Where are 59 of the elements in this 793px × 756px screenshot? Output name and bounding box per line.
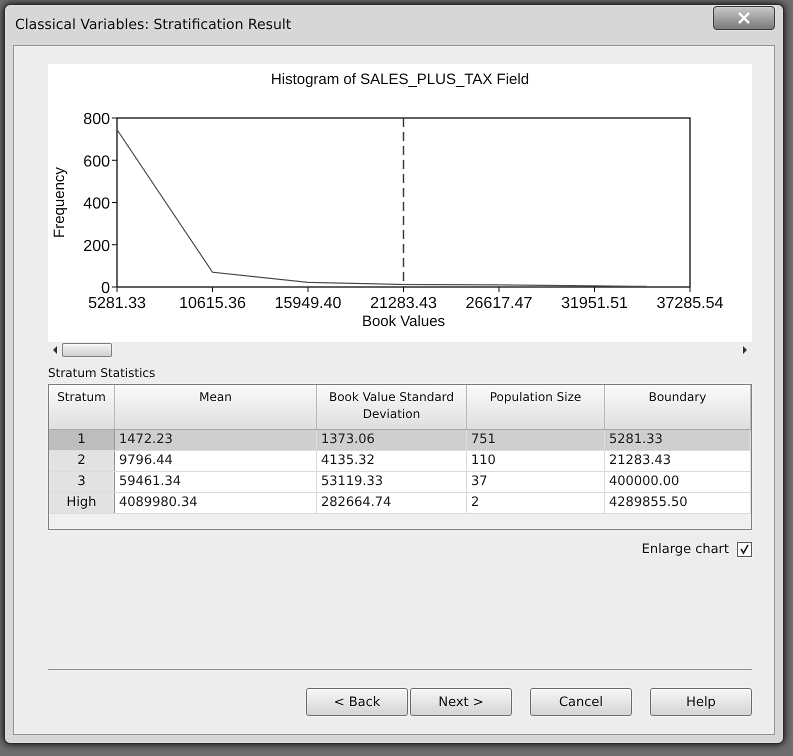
row-header: 2 <box>49 451 115 471</box>
table-row[interactable]: 2 9796.44 4135.32 110 21283.43 <box>49 451 751 472</box>
close-button[interactable] <box>713 6 775 30</box>
column-header[interactable]: Boundary <box>605 385 751 429</box>
column-header[interactable]: Mean <box>115 385 317 429</box>
y-tick-label: 400 <box>83 196 110 212</box>
table-cell: 59461.34 <box>115 472 317 492</box>
table-cell: 21283.43 <box>605 451 751 471</box>
dialog-button[interactable]: Help <box>650 688 752 716</box>
table-cell: 2 <box>467 493 605 513</box>
table-cell: 4135.32 <box>317 451 467 471</box>
table-cell: 1472.23 <box>115 430 317 450</box>
x-tick-label: 15949.40 <box>274 295 342 312</box>
y-axis: 0 200 400 600 800 <box>83 111 118 297</box>
column-header[interactable]: Book Value Standard Deviation <box>317 385 467 429</box>
table-cell: 1373.06 <box>317 430 467 450</box>
table-cell: 4089980.34 <box>115 493 317 513</box>
scroll-right-icon[interactable] <box>742 346 748 354</box>
dialog-button[interactable]: Next > <box>410 688 512 716</box>
table-cell: 9796.44 <box>115 451 317 471</box>
table-cell: 400000.00 <box>605 472 751 492</box>
table-cell: 282664.74 <box>317 493 467 513</box>
x-tick-label: 21283.43 <box>370 295 437 312</box>
scroll-thumb[interactable] <box>62 343 112 357</box>
table-row[interactable]: 1 1472.23 1373.06 751 5281.33 <box>49 430 751 451</box>
scroll-left-icon[interactable] <box>52 346 58 354</box>
enlarge-chart-checkbox[interactable] <box>737 542 752 557</box>
y-tick-label: 200 <box>83 238 110 255</box>
y-axis-label: Frequency <box>51 167 68 238</box>
column-header[interactable]: Population Size <box>467 385 605 429</box>
table-row[interactable]: 3 59461.34 53119.33 37 400000.00 <box>49 472 751 493</box>
column-header[interactable]: Stratum <box>49 385 115 429</box>
x-tick-label: 5281.33 <box>88 295 146 312</box>
table-cell: 37 <box>467 472 605 492</box>
table-row[interactable]: High 4089980.34 282664.74 2 4289855.50 <box>49 493 751 514</box>
chart-title: Histogram of SALES_PLUS_TAX Field <box>270 71 530 88</box>
row-header: 3 <box>49 472 115 492</box>
y-tick-label: 0 <box>101 280 110 297</box>
check-icon <box>739 544 750 555</box>
y-tick-label: 800 <box>83 111 110 128</box>
close-icon <box>737 12 751 24</box>
table-cell: 4289855.50 <box>605 493 751 513</box>
row-header: High <box>49 493 115 513</box>
x-axis-label: Book Values <box>362 313 446 330</box>
y-tick-label: 600 <box>83 153 110 170</box>
window-title: Classical Variables: Stratification Result <box>14 17 292 33</box>
enlarge-chart-label: Enlarge chart <box>642 542 729 557</box>
section-label: Stratum Statistics <box>48 366 156 380</box>
x-tick-label: 37285.54 <box>656 295 724 312</box>
row-header: 1 <box>49 430 115 450</box>
table-cell: 751 <box>467 430 605 450</box>
dialog-button[interactable]: Cancel <box>530 688 632 716</box>
table-cell: 53119.33 <box>317 472 467 492</box>
dialog-button[interactable]: < Back <box>306 688 408 716</box>
x-tick-label: 10615.36 <box>179 295 246 312</box>
x-tick-label: 26617.47 <box>466 295 532 312</box>
table-cell: 5281.33 <box>605 430 751 450</box>
table-cell: 110 <box>467 451 605 471</box>
x-tick-label: 31951.51 <box>561 295 628 312</box>
